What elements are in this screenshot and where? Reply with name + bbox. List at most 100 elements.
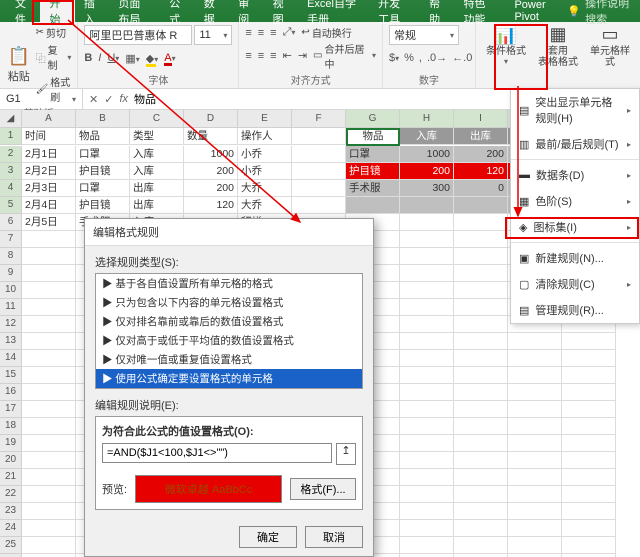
cell-F4[interactable] [292,180,346,197]
cell-I5[interactable] [454,197,508,214]
row-header-6[interactable]: 6 [0,214,22,231]
row-header-12[interactable]: 12 [0,316,22,333]
cell-K14[interactable] [562,350,616,367]
cell-E5[interactable]: 大乔 [238,197,292,214]
ok-button[interactable]: 确定 [239,526,297,548]
cell-C4[interactable]: 出库 [130,180,184,197]
row-header-7[interactable]: 7 [0,231,22,248]
comma-button[interactable]: , [419,52,422,64]
cell-H20[interactable] [400,452,454,469]
menu-color-scales[interactable]: ▦色阶(S)▸ [511,188,639,214]
cell-J23[interactable] [508,503,562,520]
cell-F1[interactable] [292,128,346,145]
row-header-21[interactable]: 21 [0,469,22,486]
row-header-17[interactable]: 17 [0,401,22,418]
wrap-text-button[interactable]: ↩自动换行 [301,25,351,40]
menu-new-rule[interactable]: ▣新建规则(N)... [511,245,639,271]
cell-A10[interactable] [22,282,76,299]
row-header-20[interactable]: 20 [0,452,22,469]
cell-I15[interactable] [454,367,508,384]
cell-D1[interactable]: 数量 [184,128,238,145]
cell-I1[interactable]: 出库 [454,128,508,145]
cell-G3[interactable]: 护目镜 [346,163,400,180]
cell-H4[interactable]: 300 [400,180,454,197]
format-as-table-button[interactable]: ▦ 套用 表格格式 [534,25,582,68]
cell-H6[interactable] [400,214,454,231]
cell-H7[interactable] [400,231,454,248]
row-header-5[interactable]: 5 [0,197,22,214]
cell-E4[interactable]: 大乔 [238,180,292,197]
cell-C2[interactable]: 入库 [130,146,184,163]
currency-button[interactable]: $▾ [389,52,399,64]
cell-K13[interactable] [562,333,616,350]
col-header-H[interactable]: H [400,110,454,128]
cell-E3[interactable]: 小乔 [238,163,292,180]
cell-A5[interactable]: 2月4日 [22,197,76,214]
cell-D4[interactable]: 200 [184,180,238,197]
row-header-8[interactable]: 8 [0,248,22,265]
cell-A20[interactable] [22,452,76,469]
cell-H9[interactable] [400,265,454,282]
cell-H19[interactable] [400,435,454,452]
row-header-10[interactable]: 10 [0,282,22,299]
cell-I18[interactable] [454,418,508,435]
cell-I12[interactable] [454,316,508,333]
cell-G1[interactable]: 物品 [346,128,400,146]
cell-C3[interactable]: 入库 [130,163,184,180]
cell-H3[interactable]: 200 [400,163,454,180]
italic-button[interactable]: I [98,52,101,64]
row-header-4[interactable]: 4 [0,180,22,197]
cell-I2[interactable]: 200 [454,146,508,163]
menu-data-bars[interactable]: ▬数据条(D)▸ [511,162,639,188]
row-header-24[interactable]: 24 [0,520,22,537]
cell-K18[interactable] [562,418,616,435]
align-right-button[interactable]: ≡ [270,50,276,62]
cell-A1[interactable]: 时间 [22,128,76,145]
cell-A12[interactable] [22,316,76,333]
row-header-1[interactable]: 1 [0,128,22,145]
cell-I7[interactable] [454,231,508,248]
col-header-A[interactable]: A [22,110,76,128]
cell-I23[interactable] [454,503,508,520]
col-header-G[interactable]: G [346,110,400,128]
menu-clear-rules[interactable]: ▢清除规则(C)▸ [511,271,639,297]
row-header-16[interactable]: 16 [0,384,22,401]
dec-decimal-button[interactable]: ←.0 [452,52,472,64]
menu-top-bottom[interactable]: ▥最前/最后规则(T)▸ [511,131,639,157]
cell-I19[interactable] [454,435,508,452]
cell-H12[interactable] [400,316,454,333]
cell-K21[interactable] [562,469,616,486]
cell-J25[interactable] [508,537,562,554]
cell-G2[interactable]: 口罩 [346,146,400,163]
row-header-3[interactable]: 3 [0,163,22,180]
cell-D5[interactable]: 120 [184,197,238,214]
row-header-13[interactable]: 13 [0,333,22,350]
cell-J18[interactable] [508,418,562,435]
cell-H17[interactable] [400,401,454,418]
font-color-button[interactable]: A▾ [164,52,175,64]
align-mid-button[interactable]: ≡ [258,27,264,39]
cell-F3[interactable] [292,163,346,180]
cell-H15[interactable] [400,367,454,384]
cell-A17[interactable] [22,401,76,418]
cell-C1[interactable]: 类型 [130,128,184,145]
format-button[interactable]: 格式(F)... [290,478,356,500]
fx-icon[interactable]: fx [119,93,128,105]
cell-I4[interactable]: 0 [454,180,508,197]
bold-button[interactable]: B [84,52,92,64]
cell-I22[interactable] [454,486,508,503]
underline-button[interactable]: U▾ [107,52,119,64]
cell-A22[interactable] [22,486,76,503]
cell-A13[interactable] [22,333,76,350]
rule-type-2[interactable]: ▶ 仅对排名靠前或靠后的数值设置格式 [96,312,362,331]
cell-H25[interactable] [400,537,454,554]
formula-input[interactable] [102,443,332,463]
align-left-button[interactable]: ≡ [245,50,251,62]
row-header-25[interactable]: 25 [0,537,22,554]
cell-A19[interactable] [22,435,76,452]
cell-D3[interactable]: 200 [184,163,238,180]
cell-J26[interactable] [508,554,562,557]
accept-edit-icon[interactable]: ✓ [104,93,113,106]
cell-A16[interactable] [22,384,76,401]
menu-highlight-rules[interactable]: ▤突出显示单元格规则(H)▸ [511,89,639,131]
